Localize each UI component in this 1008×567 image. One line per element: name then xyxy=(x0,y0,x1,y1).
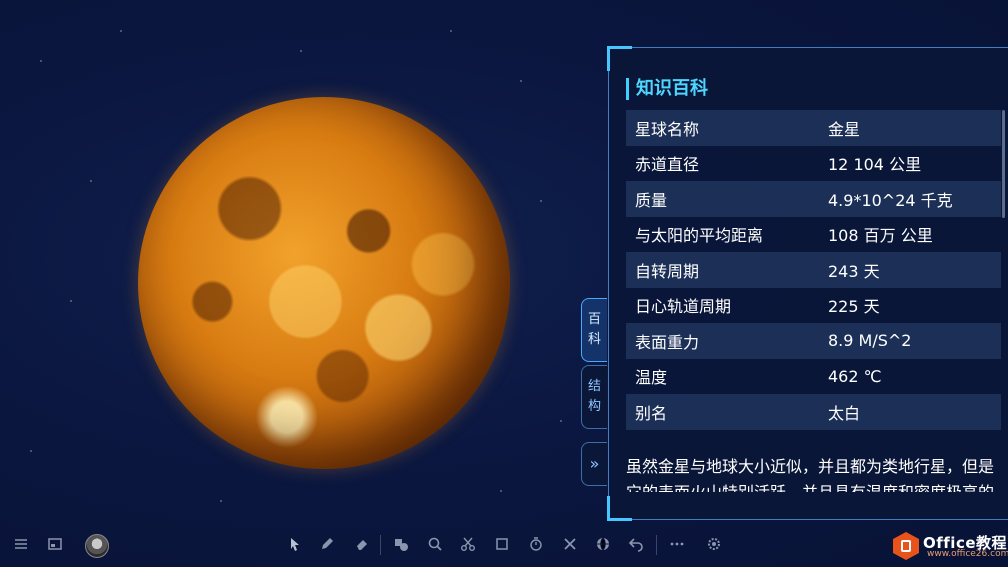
table-row: 星球名称 金星 xyxy=(626,110,1001,146)
row-value: 108 百万 公里 xyxy=(828,226,933,246)
row-value: 8.9 M/S^2 xyxy=(828,331,912,351)
panel-corner-bottom xyxy=(607,496,632,521)
row-value: 12 104 公里 xyxy=(828,155,922,175)
table-row: 别名 太白 xyxy=(626,394,1001,430)
planet-sphere xyxy=(138,97,510,469)
row-label: 自转周期 xyxy=(635,261,700,281)
timer-icon[interactable] xyxy=(527,536,545,554)
menu-icon[interactable] xyxy=(12,536,30,554)
undo-icon[interactable] xyxy=(627,536,645,554)
row-label: 表面重力 xyxy=(635,332,700,352)
table-row: 表面重力 8.9 M/S^2 xyxy=(626,323,1001,359)
panel-scrollbar[interactable] xyxy=(1002,110,1005,218)
toolbar-divider xyxy=(380,535,381,555)
logo-url: www.office26.com xyxy=(927,549,1008,559)
table-row: 与太阳的平均距离 108 百万 公里 xyxy=(626,217,1001,253)
info-table: 星球名称 金星 赤道直径 12 104 公里 质量 4.9*10^24 千克 与太阳的… xyxy=(626,110,1001,430)
eraser-icon[interactable] xyxy=(353,536,371,554)
tools-icon[interactable] xyxy=(561,536,579,554)
table-row: 质量 4.9*10^24 千克 xyxy=(626,181,1001,217)
double-chevron-right-icon: » xyxy=(589,454,600,473)
row-label: 别名 xyxy=(635,403,668,423)
pen-icon[interactable] xyxy=(318,536,336,554)
square-icon[interactable] xyxy=(493,536,511,554)
panel-corner-top xyxy=(607,46,632,71)
row-label: 赤道直径 xyxy=(635,155,700,175)
table-row: 温度 462 ℃ xyxy=(626,359,1001,395)
row-label: 温度 xyxy=(635,368,668,388)
table-row: 赤道直径 12 104 公里 xyxy=(626,146,1001,182)
avatar[interactable] xyxy=(85,534,109,558)
tab-structure[interactable]: 结 构 xyxy=(581,365,607,429)
row-value: 金星 xyxy=(828,119,861,139)
venus-planet[interactable] xyxy=(138,97,510,469)
row-value: 4.9*10^24 千克 xyxy=(828,190,953,210)
more-icon[interactable] xyxy=(668,536,686,554)
planet-description: 虽然金星与地球大小近似，并且都为类地行星，但是它的表面火山特别活跃，并且具有温度… xyxy=(626,457,994,492)
globe-icon[interactable] xyxy=(594,536,612,554)
layout-icon[interactable] xyxy=(46,536,64,554)
row-value: 太白 xyxy=(828,403,861,423)
shapes-icon[interactable] xyxy=(392,536,410,554)
row-label: 星球名称 xyxy=(635,119,700,139)
office26-logo: Office教程网 www.office26.com xyxy=(893,531,1008,563)
toolbar-divider xyxy=(656,535,657,555)
scissors-icon[interactable] xyxy=(459,536,477,554)
settings-icon[interactable] xyxy=(705,536,723,554)
office-logo-icon xyxy=(893,532,919,560)
tab-structure-char-1: 结 xyxy=(587,379,601,394)
collapse-panel-button[interactable]: » xyxy=(581,442,607,486)
pointer-icon[interactable] xyxy=(286,536,304,554)
row-label: 与太阳的平均距离 xyxy=(635,226,764,246)
table-row: 自转周期 243 天 xyxy=(626,252,1001,288)
table-row: 日心轨道周期 225 天 xyxy=(626,288,1001,324)
tab-encyclopedia-char-2: 科 xyxy=(587,332,601,347)
row-label: 质量 xyxy=(635,190,668,210)
tab-encyclopedia[interactable]: 百 科 xyxy=(581,298,607,362)
row-label: 日心轨道周期 xyxy=(635,297,732,317)
tab-encyclopedia-char-1: 百 xyxy=(587,312,601,327)
row-value: 462 ℃ xyxy=(828,366,882,386)
row-value: 225 天 xyxy=(828,297,880,317)
magnifier-icon[interactable] xyxy=(426,536,444,554)
row-value: 243 天 xyxy=(828,261,880,281)
panel-title: 知识百科 xyxy=(626,78,708,100)
tab-structure-char-2: 构 xyxy=(587,399,601,414)
info-panel: 知识百科 星球名称 金星 赤道直径 12 104 公里 质量 4.9*10^24 千克… xyxy=(607,46,1008,521)
